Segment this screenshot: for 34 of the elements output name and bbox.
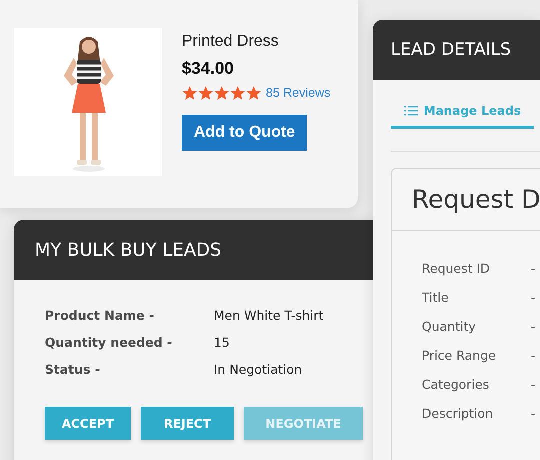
field-value: Men White T-shirt (214, 308, 325, 323)
star-icon (246, 85, 262, 101)
field-value: - (531, 290, 537, 305)
tab[interactable]: Manage Leads (391, 92, 534, 129)
star-icon (198, 85, 214, 101)
star-icon (182, 85, 198, 101)
star-icon (230, 85, 246, 101)
product-name: Printed Dress (182, 33, 279, 51)
field-label: Request ID (422, 261, 492, 276)
panel-title: Request D (392, 169, 540, 231)
field-label: Product Name - (45, 308, 156, 323)
field-value: - (531, 319, 537, 334)
card-title: LEAD DETAILS (391, 40, 512, 60)
field-label: Price Range (422, 348, 498, 363)
field-label: Status - (45, 362, 102, 377)
field-label: Description (422, 406, 494, 421)
star-icon (214, 85, 230, 101)
field-value: - (531, 406, 537, 421)
action-button[interactable]: ACCEPT (45, 407, 131, 440)
action-button[interactable]: REJECT (141, 407, 234, 440)
add-to-quote-button[interactable]: Add to Quote (182, 115, 308, 151)
field-label: Title (422, 290, 450, 305)
card-title: MY BULK BUY LEADS (35, 240, 222, 260)
field-label: Quantity (422, 319, 478, 334)
field-value: In Negotiation (214, 362, 304, 377)
list-icon (404, 106, 418, 116)
field-label: Quantity needed - (45, 335, 174, 350)
field-value: - (531, 261, 537, 276)
reviews-link[interactable]: 85 Reviews (266, 86, 331, 100)
product-price: $34.00 (182, 59, 234, 79)
field-label: Categories (422, 377, 490, 392)
field-value: - (531, 348, 537, 363)
field-value: 15 (214, 335, 231, 350)
field-value: - (531, 377, 537, 392)
